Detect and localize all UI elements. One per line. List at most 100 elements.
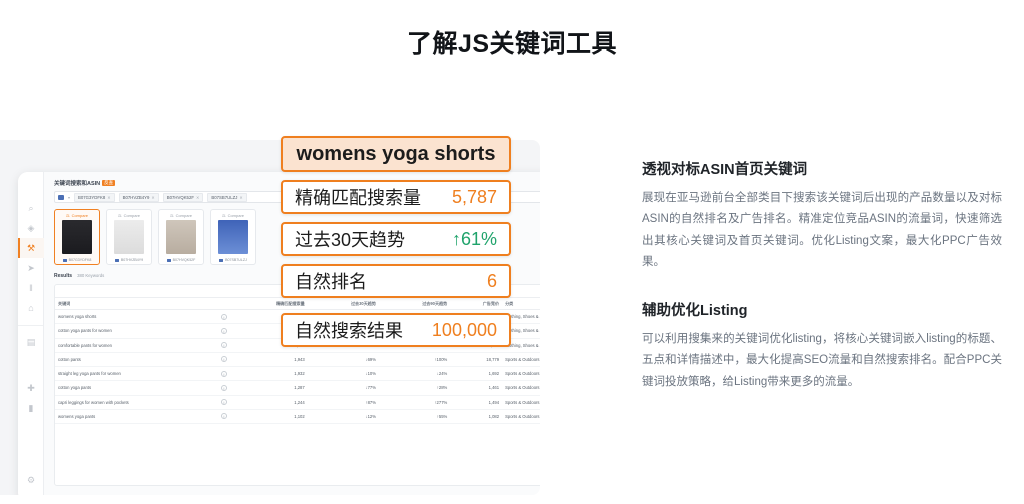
sidebar-item-home[interactable]: ⌂ <box>18 298 44 318</box>
callout-organic-rank: 自然排名 6 <box>281 264 511 298</box>
sidebar-divider <box>18 318 43 326</box>
callout-keyword-label: womens yoga shorts <box>296 142 496 165</box>
asin-chip[interactable]: B07G3YDFK8 ✕ <box>74 192 115 202</box>
col-spacer <box>191 298 230 311</box>
compare-label: Compare <box>175 213 193 218</box>
flag-icon <box>62 258 67 262</box>
rocket-icon: ➤ <box>27 262 35 273</box>
close-icon[interactable]: ✕ <box>239 195 242 200</box>
cell-bid: 1,494 <box>450 395 503 410</box>
table-row[interactable]: womens yoga pants i 1,102 ↓12% ↑55% 1,08… <box>55 409 540 425</box>
col-category[interactable]: 分类 <box>502 298 540 311</box>
app-sidebar[interactable]: ⌕ ◈ ⚒ ➤ ‖ ⌂ ▤ ✚ ▮ ⚙ ◎ › <box>18 172 44 495</box>
page-root: 了解JS关键词工具 ⌕ ◈ ⚒ ➤ ‖ ⌂ ▤ ✚ ▮ ⚙ ◎ › <box>0 0 1024 504</box>
product-card-list: ⚖ Compare B07G3YDFK8 ⚖ Compare B07HVZB4Y9 … <box>54 209 256 265</box>
close-icon[interactable]: ✕ <box>196 195 199 200</box>
cell-category: Sports & Outdoors <box>502 395 540 410</box>
close-icon[interactable]: ✕ <box>107 195 110 200</box>
flag-icon <box>114 258 119 262</box>
section-body: 展现在亚马逊前台全部类目下搜索该关键词后出现的产品数量以及对标ASIN的自然排名… <box>642 192 1002 268</box>
cell-info: i <box>191 366 230 382</box>
sidebar-item-settings[interactable]: ⚙ <box>18 470 44 490</box>
info-icon[interactable]: i <box>220 327 227 334</box>
close-icon[interactable]: ✕ <box>151 195 154 200</box>
cell-keyword: womens yoga pants <box>55 409 192 425</box>
info-icon[interactable]: i <box>220 384 227 391</box>
page-title: 了解JS关键词工具 <box>406 30 618 58</box>
asin-chip[interactable]: B07HVZB4Y9 ✕ <box>118 192 159 202</box>
asin-chip[interactable]: B07SB7ULZJ ✕ <box>207 192 247 202</box>
cell-bid: 1,461 <box>450 380 503 396</box>
compare-control[interactable]: ⚖ Compare <box>109 213 149 218</box>
product-card[interactable]: ⚖ Compare B07SB7ULZJ <box>210 209 256 265</box>
sidebar-item-analytics[interactable]: ‖ <box>18 278 44 298</box>
cell-keyword: cotton yoga pants <box>55 380 192 396</box>
col-volume[interactable]: 精确匹配搜索量 <box>229 298 308 311</box>
cell-bid: 1,082 <box>450 409 503 425</box>
cell-trend-30: ↓69% <box>307 352 379 368</box>
callout-results-value: 100,000 <box>431 319 497 340</box>
table-row[interactable]: straight leg yoga pants for women i 1,93… <box>55 366 540 382</box>
callout-rank-label: 自然排名 <box>295 272 367 292</box>
cell-trend-90: ↑28% <box>378 380 451 396</box>
cell-keyword: straight leg yoga pants for women <box>55 366 192 382</box>
chevron-down-icon[interactable]: ▾ <box>68 195 70 200</box>
product-asin: B07HVZB4Y9 <box>107 258 151 262</box>
product-asin: B07HVQK52F <box>159 258 203 262</box>
cell-trend-30: ↓10% <box>307 366 379 382</box>
asin-chip[interactable]: B07HVQK52F ✕ <box>162 192 204 202</box>
cell-info: i <box>191 380 230 396</box>
info-icon[interactable]: i <box>220 370 227 377</box>
sidebar-item-preferences[interactable]: ◎ <box>18 490 44 495</box>
compare-control[interactable]: ⚖ Compare <box>57 213 97 218</box>
sidebar-item-add[interactable]: ✚ <box>18 378 44 398</box>
product-card[interactable]: ⚖ Compare B07HVQK52F <box>158 209 204 265</box>
info-icon[interactable]: i <box>220 356 227 363</box>
sidebar-item-trash[interactable]: ▮ <box>18 398 44 418</box>
sidebar-item-keyword[interactable]: ⚒ <box>18 238 44 258</box>
compare-control[interactable]: ⚖ Compare <box>213 213 253 218</box>
callout-organic-results: 自然搜索结果 100,000 <box>281 313 511 347</box>
cell-volume: 1,287 <box>229 380 308 396</box>
calendar-icon: ▤ <box>26 336 36 347</box>
product-thumbnail <box>62 220 92 254</box>
sidebar-item-tag[interactable]: ◈ <box>18 218 44 238</box>
product-card[interactable]: ⚖ Compare B07G3YDFK8 <box>54 209 100 265</box>
results-count: 380 Keywords <box>77 273 105 278</box>
col-bid[interactable]: 广告竞价 <box>450 298 503 311</box>
key-icon: ⚒ <box>26 242 36 253</box>
callout-keyword: womens yoga shorts <box>281 136 511 172</box>
col-trend-30[interactable]: 过去30天趋势 <box>307 298 379 311</box>
product-card[interactable]: ⚖ Compare B07HVZB4Y9 <box>106 209 152 265</box>
asin-chip-label: B07G3YDFK8 <box>78 194 106 200</box>
sidebar-item-search[interactable]: ⌕ <box>18 198 44 218</box>
sidebar-item-launch[interactable]: ➤ <box>18 258 44 278</box>
info-icon[interactable]: i <box>220 413 227 420</box>
cell-trend-30: ↑87% <box>307 395 379 410</box>
col-trend-90[interactable]: 过去90天趋势 <box>378 298 451 311</box>
asin-chip-label: B07HVQK52F <box>166 194 194 200</box>
col-keyword[interactable]: 关键词 <box>55 298 192 311</box>
callout-rank-value: 6 <box>486 270 497 291</box>
table-row[interactable]: cotton pants i 1,943 ↓69% ↑100% 18,779 S… <box>55 352 540 368</box>
feature-section: 透视对标ASIN首页关键词 展现在亚马逊前台全部类目下搜索该关键词后出现的产品数… <box>642 158 1002 273</box>
callout-volume-label: 精确匹配搜索量 <box>295 188 421 208</box>
info-icon[interactable]: i <box>220 399 227 406</box>
gear-icon: ⚙ <box>26 474 36 485</box>
app-header-title: 关键词搜索和ASIN <box>54 181 101 187</box>
info-icon[interactable]: i <box>220 342 227 349</box>
plus-icon: ✚ <box>27 382 35 393</box>
info-icon[interactable]: i <box>220 313 227 320</box>
asin-chip-label: B07HVZB4Y9 <box>122 194 150 200</box>
table-row[interactable]: capri leggings for women with pockets i … <box>55 395 540 410</box>
sidebar-item-calendar[interactable]: ▤ <box>18 332 44 352</box>
cell-trend-30: ↓12% <box>307 409 379 425</box>
product-thumbnail <box>218 220 248 254</box>
table-row[interactable]: cotton yoga pants i 1,287 ↓77% ↑28% 1,46… <box>55 380 540 396</box>
cell-volume: 1,943 <box>229 352 308 368</box>
feature-section: 辅助优化Listing 可以利用搜集来的关键词优化listing，将核心关键词嵌… <box>642 299 1002 393</box>
cell-info: i <box>191 338 230 353</box>
compare-control[interactable]: ⚖ Compare <box>161 213 201 218</box>
cell-volume: 1,932 <box>229 366 308 382</box>
home-icon: ⌂ <box>28 302 34 313</box>
